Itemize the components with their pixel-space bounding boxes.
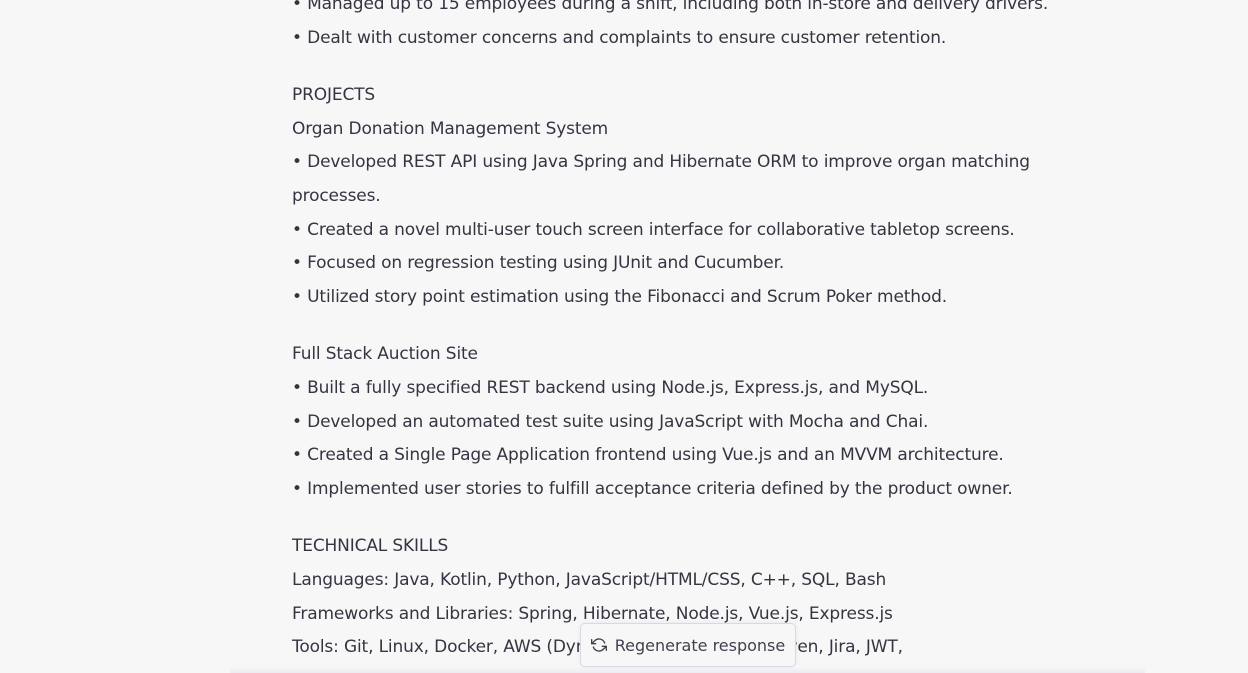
experience-bullet: • Managed up to 15 employees during a sh…	[292, 0, 1049, 14]
regenerate-response-label: Regenerate response	[614, 635, 786, 655]
project-title: Full Stack Auction Site	[292, 344, 478, 365]
refresh-icon	[590, 637, 607, 653]
project-bullet: • Implemented user stories to fulfill ac…	[292, 478, 1013, 499]
project-bullet: • Created a novel multi-user touch scree…	[292, 219, 1015, 240]
project-bullet: • Utilized story point estimation using …	[292, 286, 948, 307]
project-bullet: • Built a fully specified REST backend u…	[292, 377, 929, 398]
project-bullet: • Focused on regression testing using JU…	[292, 253, 785, 274]
project-title: Organ Donation Management System	[292, 118, 609, 139]
project-bullet: • Developed an automated test suite usin…	[292, 411, 929, 432]
technical-skills-heading: TECHNICAL SKILLS	[292, 536, 449, 557]
skills-line: Languages: Java, Kotlin, Python, JavaScr…	[292, 569, 887, 590]
project-bullet: • Created a Single Page Application fron…	[292, 445, 1004, 466]
project-bullet: • Developed REST API using Java Spring a…	[292, 152, 1030, 206]
experience-bullet: • Dealt with customer concerns and compl…	[292, 27, 947, 48]
bottom-fade	[230, 667, 1145, 673]
chat-page: • Managed up to 15 employees during a sh…	[0, 0, 1248, 673]
assistant-message: • Managed up to 15 employees during a sh…	[292, 0, 1092, 665]
regenerate-response-button[interactable]: Regenerate response	[580, 623, 796, 667]
projects-heading: PROJECTS	[292, 85, 376, 106]
